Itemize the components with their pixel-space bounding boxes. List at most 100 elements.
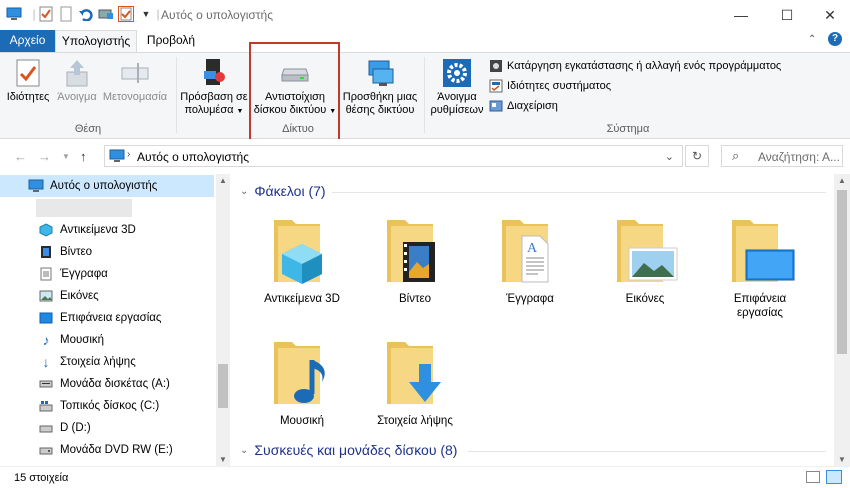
breadcrumb-chevron-icon[interactable]: › xyxy=(127,149,130,160)
settings-gear-icon xyxy=(441,57,473,89)
folder-pictures-icon xyxy=(609,214,681,286)
uninstall-icon xyxy=(490,60,502,72)
folder-pictures[interactable]: Εικόνες xyxy=(595,214,695,306)
open-settings-button[interactable]: Άνοιγμα ρυθμίσεων xyxy=(428,57,486,117)
open-button[interactable]: Άνοιγμα xyxy=(55,57,99,104)
manage-icon xyxy=(489,100,503,112)
dvd-drive-icon xyxy=(38,442,54,458)
large-icons-view-icon[interactable] xyxy=(826,470,842,484)
rename-button[interactable]: Μετονομασία xyxy=(100,57,170,104)
windows-drive-icon xyxy=(38,398,54,414)
content-scroll-thumb[interactable] xyxy=(837,190,847,354)
manage-button[interactable]: Διαχείριση xyxy=(489,97,558,115)
picture-icon xyxy=(38,288,54,304)
devices-section-header[interactable]: ⌄ Συσκευές και μονάδες δίσκου (8) xyxy=(240,442,457,458)
media-access-button[interactable]: Πρόσβαση σε πολυμέσα ▼ xyxy=(180,57,248,118)
details-view-icon[interactable] xyxy=(806,471,820,483)
tab-view[interactable]: Προβολή xyxy=(139,30,203,52)
properties-checked-icon[interactable] xyxy=(118,6,134,22)
folder-music-icon xyxy=(266,336,338,408)
video-icon xyxy=(38,244,54,260)
ribbon: Ιδιότητες Άνοιγμα Μετονομασία Θέση Πρόσβ… xyxy=(0,42,850,142)
media-server-icon xyxy=(198,57,230,89)
undo-icon[interactable] xyxy=(78,6,94,22)
sidebar-item-floppy[interactable]: Μονάδα δισκέτας (A:) xyxy=(0,373,214,395)
folder-desktop[interactable]: Επιφάνεια εργασίας xyxy=(710,214,810,320)
sidebar-item-3d-objects[interactable]: Αντικείμενα 3D xyxy=(0,219,214,241)
navigation-bar: ← → ▼ ↑ › Αυτός ο υπολογιστής ⌄ ↻ ⌕ Αναζ… xyxy=(0,139,850,173)
highlight-box xyxy=(249,42,340,142)
sidebar-scrollbar[interactable]: ▲ ▼ xyxy=(216,174,230,466)
up-arrow-icon[interactable]: ↑ xyxy=(80,149,87,164)
sidebar-item-music[interactable]: ♪ Μουσική xyxy=(0,329,214,351)
sidebar-item-local-disk-c[interactable]: Τοπικός δίσκος (C:) xyxy=(0,395,214,417)
download-arrow-icon: ↓ xyxy=(42,354,50,370)
document-icon xyxy=(38,266,54,282)
address-dropdown-icon[interactable]: ⌄ xyxy=(665,150,674,163)
minimize-button[interactable]: — xyxy=(718,0,764,30)
sidebar-item-documents[interactable]: Έγγραφα xyxy=(0,263,214,285)
folders-section-header[interactable]: ⌄ Φάκελοι (7) xyxy=(240,183,326,199)
section-divider xyxy=(468,451,826,452)
search-icon: ⌕ xyxy=(732,148,740,163)
sidebar-item-videos[interactable]: Βίντεο xyxy=(0,241,214,263)
folder-3d-objects[interactable]: Αντικείμενα 3D xyxy=(252,214,352,306)
properties-icon xyxy=(12,57,44,89)
system-properties-icon xyxy=(489,79,503,93)
scroll-up-icon[interactable]: ▲ xyxy=(838,176,846,185)
sidebar-item-downloads[interactable]: ↓ Στοιχεία λήψης xyxy=(0,351,214,373)
folder-music[interactable]: Μουσική xyxy=(252,336,352,428)
search-box[interactable]: ⌕ Αναζήτηση: Α... xyxy=(721,145,843,167)
help-icon[interactable]: ? xyxy=(828,32,842,46)
tab-file[interactable]: Αρχείο xyxy=(0,30,55,52)
refresh-icon: ↻ xyxy=(691,149,703,163)
sidebar-item-this-pc[interactable]: Αυτός ο υπολογιστής xyxy=(0,175,214,197)
recent-locations-icon[interactable]: ▼ xyxy=(62,152,70,161)
sidebar-item-dvd-drive[interactable]: Μονάδα DVD RW (E:) xyxy=(0,439,214,461)
collapse-chevron-icon[interactable]: ⌄ xyxy=(240,186,248,197)
navigation-pane: Αυτός ο υπολογιστής Αντικείμενα 3D Βίντε… xyxy=(0,174,230,466)
properties-quick-icon[interactable] xyxy=(38,6,54,22)
scroll-up-icon[interactable]: ▲ xyxy=(219,176,227,185)
forward-arrow-icon[interactable]: → xyxy=(38,149,51,164)
item-count: 15 στοιχεία xyxy=(14,472,69,484)
scroll-down-icon[interactable]: ▼ xyxy=(219,455,227,464)
cube-3d-icon xyxy=(38,222,54,238)
address-bar[interactable]: › Αυτός ο υπολογιστής ⌄ xyxy=(104,145,683,167)
sidebar-item-redacted[interactable] xyxy=(0,197,214,219)
dropdown-arrow-icon: ▼ xyxy=(236,108,244,115)
folder-3d-objects-icon xyxy=(266,214,338,286)
collapse-ribbon-icon[interactable]: ⌃ xyxy=(808,34,816,45)
system-properties-button[interactable]: Ιδιότητες συστήματος xyxy=(489,77,611,95)
tab-computer[interactable]: Υπολογιστής xyxy=(55,30,137,52)
folder-desktop-icon xyxy=(724,214,796,286)
map-drive-quick-icon[interactable] xyxy=(98,6,114,22)
folder-documents[interactable]: A Έγγραφα xyxy=(480,214,580,306)
ribbon-tabs: Αρχείο Υπολογιστής Προβολή ⌃ ? xyxy=(0,30,850,52)
sidebar-item-drive-d[interactable]: D (D:) xyxy=(0,417,214,439)
content-scrollbar[interactable]: ▲ ▼ xyxy=(834,174,850,466)
new-document-icon[interactable] xyxy=(58,6,74,22)
add-network-location-button[interactable]: Προσθήκη μιας θέσης δικτύου xyxy=(340,57,420,117)
back-arrow-icon[interactable]: ← xyxy=(14,149,27,164)
folder-downloads-icon xyxy=(379,336,451,408)
sidebar-item-desktop[interactable]: Επιφάνεια εργασίας xyxy=(0,307,214,329)
close-button[interactable]: ✕ xyxy=(810,0,850,30)
maximize-button[interactable]: ☐ xyxy=(764,0,810,30)
sidebar-item-pictures[interactable]: Εικόνες xyxy=(0,285,214,307)
folder-documents-icon: A xyxy=(494,214,566,286)
music-note-icon: ♪ xyxy=(42,332,50,348)
drive-icon xyxy=(38,420,54,436)
scroll-down-icon[interactable]: ▼ xyxy=(838,455,846,464)
folder-videos[interactable]: Βίντεο xyxy=(365,214,465,306)
refresh-button[interactable]: ↻ xyxy=(685,145,709,167)
uninstall-program-button[interactable]: Κατάργηση εγκατάστασης ή αλλαγή ενός προ… xyxy=(489,57,781,75)
folder-videos-icon xyxy=(379,214,451,286)
redacted-block xyxy=(36,199,132,217)
folder-downloads[interactable]: Στοιχεία λήψης xyxy=(365,336,465,428)
rename-icon xyxy=(119,57,151,89)
properties-button[interactable]: Ιδιότητες xyxy=(6,57,50,104)
svg-text:A: A xyxy=(527,241,538,256)
collapse-chevron-icon[interactable]: ⌄ xyxy=(240,445,248,456)
sidebar-scroll-thumb[interactable] xyxy=(218,364,228,408)
